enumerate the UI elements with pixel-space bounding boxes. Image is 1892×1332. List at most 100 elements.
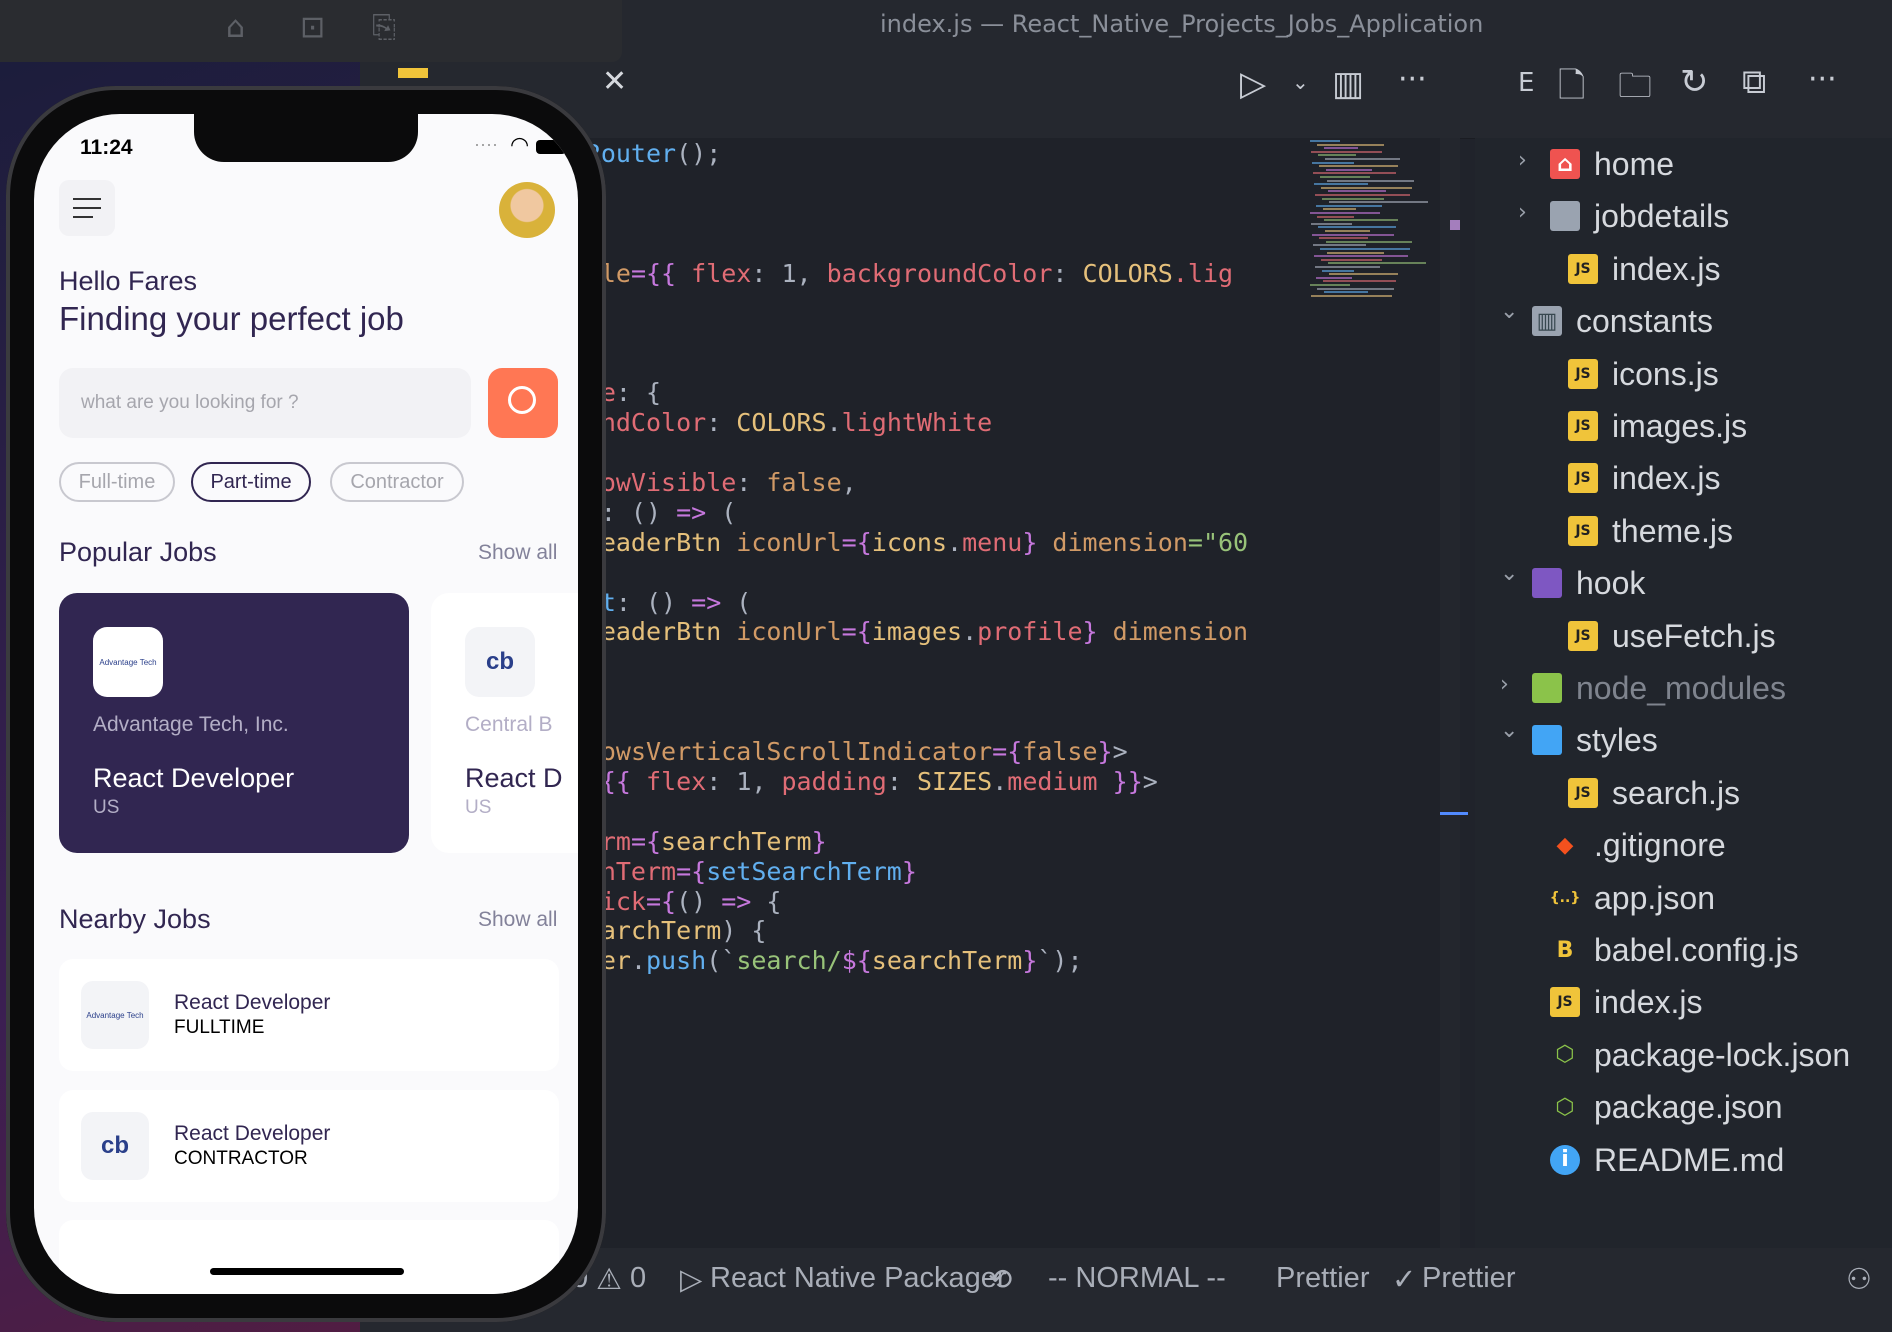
- play-icon[interactable]: ▷: [680, 1262, 702, 1297]
- minimap-line: [1321, 186, 1412, 189]
- minimap[interactable]: [1310, 138, 1428, 338]
- explorer-item[interactable]: JS index.js: [1475, 976, 1892, 1028]
- nearby-job-card[interactable]: cb React Developer CONTRACTOR: [59, 1090, 559, 1202]
- explorer-item-label: index.js: [1612, 250, 1721, 287]
- chip-contractor[interactable]: Contractor: [330, 462, 464, 502]
- explorer-item[interactable]: JS search.js: [1475, 767, 1892, 819]
- nearby-job-card[interactable]: Advantage Tech React Developer FULLTIME: [59, 959, 559, 1071]
- explorer-item[interactable]: {..} app.json: [1475, 872, 1892, 924]
- new-file-icon[interactable]: 🗋: [1558, 62, 1585, 119]
- nearby-show-all[interactable]: Show all: [478, 908, 557, 932]
- explorer-item-label: package.json: [1594, 1089, 1783, 1126]
- rotate-icon[interactable]: ⎘: [372, 10, 396, 45]
- chevron-right-icon[interactable]: ›: [1500, 672, 1509, 697]
- code-token: .: [630, 946, 646, 976]
- chevron-right-icon[interactable]: ›: [1518, 148, 1527, 173]
- explorer-item[interactable]: › ⌂ home: [1475, 138, 1892, 190]
- refresh-icon[interactable]: ↻: [1680, 62, 1709, 102]
- prettier-status[interactable]: Prettier: [1276, 1262, 1369, 1295]
- explorer-item[interactable]: ⬡ package.json: [1475, 1081, 1892, 1133]
- explorer-item[interactable]: Bbabel.config.js: [1475, 924, 1892, 976]
- chevron-down-icon[interactable]: ⌄: [1500, 561, 1518, 586]
- chip-parttime[interactable]: Part-time: [191, 462, 311, 502]
- minimap-line: [1324, 291, 1368, 294]
- code-token: .: [947, 527, 963, 557]
- run-debug-icon[interactable]: ▷: [1240, 64, 1266, 104]
- explorer-item[interactable]: JS index.js: [1475, 243, 1892, 295]
- minimap-line: [1316, 204, 1382, 207]
- minimap-line: [1313, 172, 1396, 175]
- prettier-format[interactable]: Prettier: [1422, 1262, 1515, 1295]
- home-icon[interactable]: ⌂: [226, 10, 245, 45]
- company-logo-text: cb: [485, 648, 514, 675]
- explorer-item[interactable]: ⌄ styles: [1475, 714, 1892, 766]
- code-token: }: [1082, 617, 1113, 647]
- code-token: setSearchTerm: [706, 856, 902, 886]
- explorer-item[interactable]: ⌄ hook: [1475, 557, 1892, 609]
- packager-status[interactable]: React Native Packager: [710, 1262, 1007, 1295]
- explorer-item[interactable]: ◆ .gitignore: [1475, 819, 1892, 871]
- explorer-item-label: babel.config.js: [1594, 932, 1799, 968]
- chevron-down-icon[interactable]: ⌄: [1500, 299, 1518, 324]
- code-token: padding: [781, 766, 887, 796]
- new-folder-icon[interactable]: 🗀: [1618, 62, 1652, 119]
- explorer-item[interactable]: JS index.js: [1475, 452, 1892, 504]
- popular-show-all[interactable]: Show all: [478, 541, 557, 565]
- explorer-item-label: index.js: [1594, 984, 1703, 1021]
- search-field[interactable]: what are you looking for ?: [59, 368, 471, 438]
- minimap-line: [1314, 255, 1408, 258]
- code-token: :: [1052, 258, 1083, 288]
- code-token: dimension: [1052, 527, 1188, 557]
- more-actions-icon[interactable]: ···: [1398, 62, 1427, 97]
- nearby-job-card[interactable]: [59, 1220, 559, 1294]
- screenshot-icon[interactable]: ⊡: [300, 10, 325, 45]
- tab-close-icon[interactable]: ✕: [602, 64, 627, 99]
- explorer-item[interactable]: ⬡ package-lock.json: [1475, 1029, 1892, 1081]
- nodejs-icon: ⬡: [1555, 1094, 1575, 1120]
- minimap-line: [1323, 208, 1356, 211]
- code-token: ={{: [630, 258, 692, 288]
- editor-scrollbar[interactable]: [1440, 138, 1468, 1248]
- chevron-down-icon[interactable]: ⌄: [1500, 718, 1518, 743]
- explorer-item[interactable]: › jobdetails: [1475, 190, 1892, 242]
- company-logo: Advantage Tech: [81, 981, 149, 1049]
- minimap-line: [1325, 158, 1400, 160]
- minimap-line: [1317, 143, 1384, 146]
- chevron-down-icon[interactable]: ⌄: [1292, 70, 1309, 94]
- account-icon[interactable]: ⚇: [1846, 1262, 1872, 1297]
- folder-icon: [1550, 201, 1580, 232]
- explorer-item[interactable]: JS theme.js: [1475, 505, 1892, 557]
- minimap-line: [1314, 183, 1368, 186]
- explorer-item[interactable]: JS useFetch.js: [1475, 610, 1892, 662]
- search-button[interactable]: [488, 368, 558, 438]
- vim-mode: -- NORMAL --: [1048, 1262, 1226, 1294]
- javascript-file-icon: JS: [1550, 987, 1580, 1018]
- chevron-right-icon[interactable]: ›: [1518, 200, 1527, 225]
- explorer-item[interactable]: JS images.js: [1475, 400, 1892, 452]
- collapse-all-icon[interactable]: ⧉: [1742, 62, 1766, 102]
- popular-job-card[interactable]: cb Central B React D US: [431, 593, 578, 853]
- code-token: ="60: [1187, 527, 1249, 557]
- sync-icon[interactable]: ⟲: [988, 1262, 1012, 1297]
- code-token: :: [886, 766, 917, 796]
- javascript-file-icon: JS: [1568, 411, 1598, 441]
- explorer-item-label: useFetch.js: [1612, 617, 1776, 654]
- explorer-item[interactable]: › node_modules: [1475, 662, 1892, 714]
- warning-count[interactable]: 0: [630, 1262, 646, 1295]
- warning-icon[interactable]: ⚠: [596, 1262, 622, 1297]
- explorer-item[interactable]: JS icons.js: [1475, 348, 1892, 400]
- explorer-item-label: node_modules: [1576, 670, 1786, 706]
- explorer-item[interactable]: i README.md: [1475, 1134, 1892, 1186]
- split-editor-icon[interactable]: ▥: [1332, 64, 1364, 104]
- minimap-line: [1312, 233, 1394, 236]
- code-token: (: [721, 587, 752, 617]
- chip-fulltime[interactable]: Full-time: [59, 462, 175, 502]
- explorer-item-label: images.js: [1612, 408, 1748, 444]
- info-icon: i: [1550, 1144, 1580, 1175]
- popular-job-card[interactable]: Advantage Tech Advantage Tech, Inc. Reac…: [59, 593, 409, 853]
- profile-avatar[interactable]: [499, 182, 555, 238]
- explorer-more-icon[interactable]: ···: [1808, 62, 1837, 97]
- explorer-item[interactable]: ⌄ ▥ constants: [1475, 295, 1892, 347]
- minimap-line: [1324, 147, 1358, 150]
- menu-button[interactable]: [59, 180, 115, 236]
